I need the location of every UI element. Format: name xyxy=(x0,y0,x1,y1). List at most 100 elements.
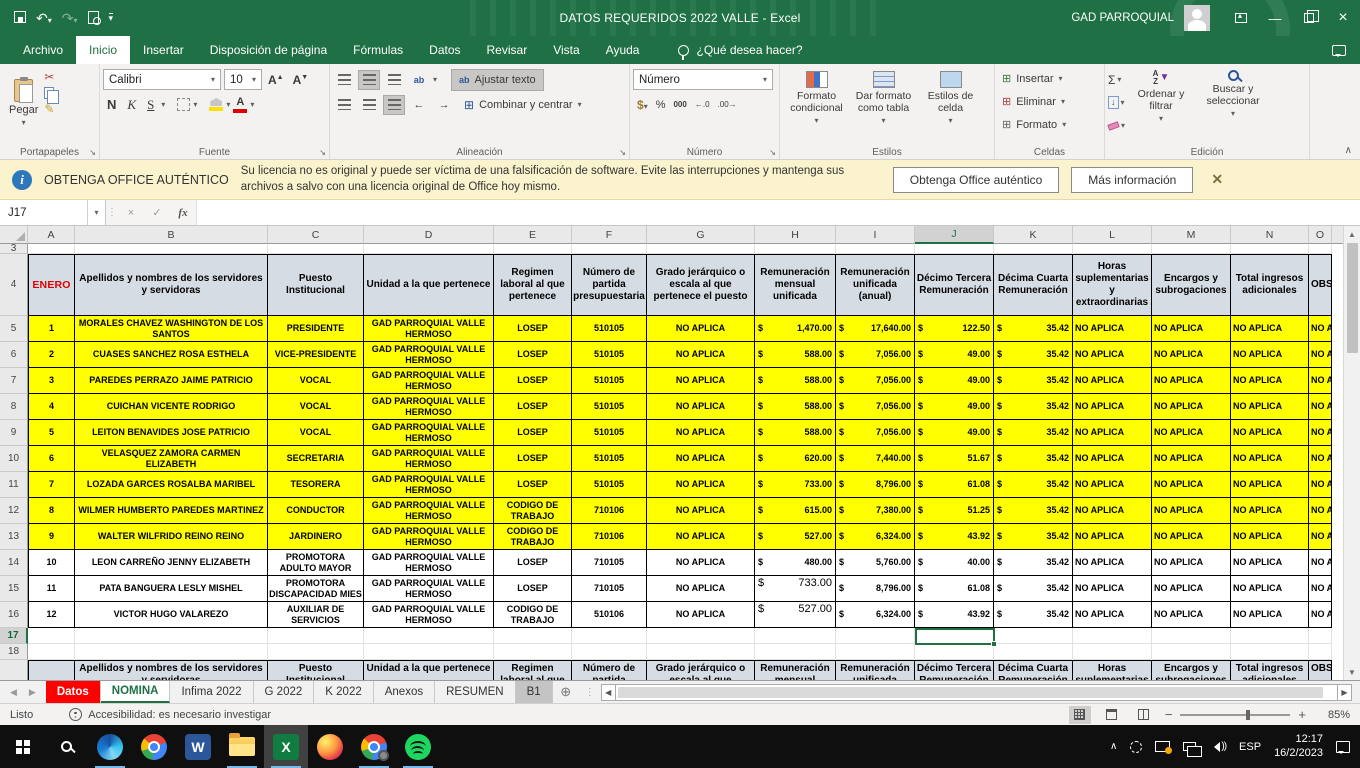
cell-A8[interactable]: 4 xyxy=(28,394,75,420)
cell-J7[interactable]: $49.00 xyxy=(915,368,994,394)
cell-G16[interactable]: NO APLICA xyxy=(647,602,755,628)
cell-O14[interactable]: NO APLICA xyxy=(1309,550,1332,576)
cell-L5[interactable]: NO APLICA xyxy=(1073,316,1152,342)
cell-N3[interactable] xyxy=(1231,244,1309,254)
page-break-view-button[interactable] xyxy=(1133,706,1155,724)
zoom-level[interactable]: 85% xyxy=(1316,709,1350,721)
header-cell-Mx[interactable]: Encargos y subrogaciones xyxy=(1152,660,1231,680)
restore-button[interactable] xyxy=(1292,0,1326,36)
font-color-button[interactable]: A xyxy=(233,97,247,113)
cell-F5[interactable]: 510105 xyxy=(572,316,647,342)
cell-G17[interactable] xyxy=(647,628,755,644)
header-cell-E4[interactable]: Regimen laboral al que pertenece xyxy=(494,254,572,316)
keyboard-language[interactable]: ESP xyxy=(1239,741,1261,753)
column-header-A[interactable]: A xyxy=(28,226,75,244)
cell-E17[interactable] xyxy=(494,628,572,644)
customize-qat-button[interactable]: ▾ xyxy=(109,13,114,23)
font-name-combo[interactable]: Calibri▾ xyxy=(103,69,221,90)
column-header-O[interactable]: O xyxy=(1309,226,1332,244)
insert-cells-button[interactable]: ⊞Insertar▾ xyxy=(998,67,1101,90)
autosum-button[interactable]: Σ▾ xyxy=(1108,69,1125,90)
align-top-button[interactable] xyxy=(333,70,355,90)
cell-D9[interactable]: GAD PARROQUIAL VALLE HERMOSO xyxy=(364,420,494,446)
cell-H15[interactable]: $733.00 xyxy=(755,576,836,602)
column-header-D[interactable]: D xyxy=(364,226,494,244)
cell-N5[interactable]: NO APLICA xyxy=(1231,316,1309,342)
cell-D12[interactable]: GAD PARROQUIAL VALLE HERMOSO xyxy=(364,498,494,524)
taskbar-file-explorer[interactable] xyxy=(220,725,264,768)
wrap-text-button[interactable]: ab Ajustar texto xyxy=(451,69,544,91)
increase-indent-button[interactable]: → xyxy=(433,95,455,115)
cell-B17[interactable] xyxy=(75,628,268,644)
header-cell-O4[interactable]: OBSINVA xyxy=(1309,254,1332,316)
row-header-16[interactable]: 16 xyxy=(0,602,28,628)
cell-N16[interactable]: NO APLICA xyxy=(1231,602,1309,628)
active-cell-selection[interactable] xyxy=(915,628,995,645)
cell-L10[interactable]: NO APLICA xyxy=(1073,446,1152,472)
sort-filter-button[interactable]: AZ▼ Ordenar y filtrar▾ xyxy=(1125,67,1197,143)
header-cell-Lx[interactable]: Horas suplementarias y extraordinarias xyxy=(1073,660,1152,680)
cell-O11[interactable]: NO APLICA xyxy=(1309,472,1332,498)
row-header-4[interactable]: 4 xyxy=(0,254,28,316)
cell-F10[interactable]: 510105 xyxy=(572,446,647,472)
vertical-scrollbar[interactable]: ▲ ▼ xyxy=(1343,226,1360,680)
cell-C15[interactable]: PROMOTORA DISCAPACIDAD MIES xyxy=(268,576,364,602)
cell-H10[interactable]: $620.00 xyxy=(755,446,836,472)
cell-A4[interactable]: ENERO xyxy=(28,254,75,316)
comments-button[interactable] xyxy=(1332,36,1346,64)
cell-B12[interactable]: WILMER HUMBERTO PAREDES MARTINEZ xyxy=(75,498,268,524)
row-header-3[interactable]: 3 xyxy=(0,244,28,254)
normal-view-button[interactable] xyxy=(1069,706,1091,724)
column-header-K[interactable]: K xyxy=(994,226,1073,244)
taskbar-word[interactable] xyxy=(176,725,220,768)
cell-I6[interactable]: $7,056.00 xyxy=(836,342,915,368)
scroll-right-icon[interactable]: ▶ xyxy=(1337,684,1352,701)
cell-H7[interactable]: $588.00 xyxy=(755,368,836,394)
cell-H6[interactable]: $588.00 xyxy=(755,342,836,368)
zoom-slider[interactable] xyxy=(1180,714,1290,716)
sheet-tab-anexos[interactable]: Anexos xyxy=(374,681,435,703)
cell-B13[interactable]: WALTER WILFRIDO REINO REINO xyxy=(75,524,268,550)
font-dialog-launcher[interactable]: ↘ xyxy=(319,148,326,157)
column-header-E[interactable]: E xyxy=(494,226,572,244)
cell-I17[interactable] xyxy=(836,628,915,644)
cell-N11[interactable]: NO APLICA xyxy=(1231,472,1309,498)
vertical-scroll-thumb[interactable] xyxy=(1347,243,1358,353)
tray-expand-icon[interactable]: ∧ xyxy=(1110,741,1117,752)
cell-E15[interactable]: LOSEP xyxy=(494,576,572,602)
row-header-7[interactable]: 7 xyxy=(0,368,28,394)
cell-M11[interactable]: NO APLICA xyxy=(1152,472,1231,498)
cell-I3[interactable] xyxy=(836,244,915,254)
cell-J13[interactable]: $43.92 xyxy=(915,524,994,550)
cell-M5[interactable]: NO APLICA xyxy=(1152,316,1231,342)
alignment-dialog-launcher[interactable]: ↘ xyxy=(619,148,626,157)
align-middle-button[interactable] xyxy=(358,70,380,90)
cell-B6[interactable]: CUASES SANCHEZ ROSA ESTHELA xyxy=(75,342,268,368)
cell-J12[interactable]: $51.25 xyxy=(915,498,994,524)
header-cell-Fx[interactable]: Número de partida presupuestaria xyxy=(572,660,647,680)
cell-O5[interactable]: NO APLICA xyxy=(1309,316,1332,342)
cell-C13[interactable]: JARDINERO xyxy=(268,524,364,550)
cell-C6[interactable]: VICE-PRESIDENTE xyxy=(268,342,364,368)
cell-F6[interactable]: 510105 xyxy=(572,342,647,368)
header-cell-M4[interactable]: Encargos y subrogaciones xyxy=(1152,254,1231,316)
cell-L14[interactable]: NO APLICA xyxy=(1073,550,1152,576)
cell-G14[interactable]: NO APLICA xyxy=(647,550,755,576)
cell-B14[interactable]: LEON CARREÑO JENNY ELIZABETH xyxy=(75,550,268,576)
row-header-partial[interactable] xyxy=(0,660,28,680)
cell-N10[interactable]: NO APLICA xyxy=(1231,446,1309,472)
row-header-11[interactable]: 11 xyxy=(0,472,28,498)
cell-H12[interactable]: $615.00 xyxy=(755,498,836,524)
cell-I12[interactable]: $7,380.00 xyxy=(836,498,915,524)
align-right-button[interactable] xyxy=(383,95,405,115)
comma-style-button[interactable]: 000 xyxy=(673,100,686,109)
row-header-6[interactable]: 6 xyxy=(0,342,28,368)
cell-F18[interactable] xyxy=(572,644,647,660)
cell-F13[interactable]: 710106 xyxy=(572,524,647,550)
horizontal-scrollbar[interactable]: ◀ ▶ xyxy=(601,683,1352,701)
column-header-N[interactable]: N xyxy=(1231,226,1309,244)
cell-E6[interactable]: LOSEP xyxy=(494,342,572,368)
cell-B5[interactable]: MORALES CHAVEZ WASHINGTON DE LOS SANTOS xyxy=(75,316,268,342)
start-button[interactable] xyxy=(0,725,44,768)
cell-L8[interactable]: NO APLICA xyxy=(1073,394,1152,420)
